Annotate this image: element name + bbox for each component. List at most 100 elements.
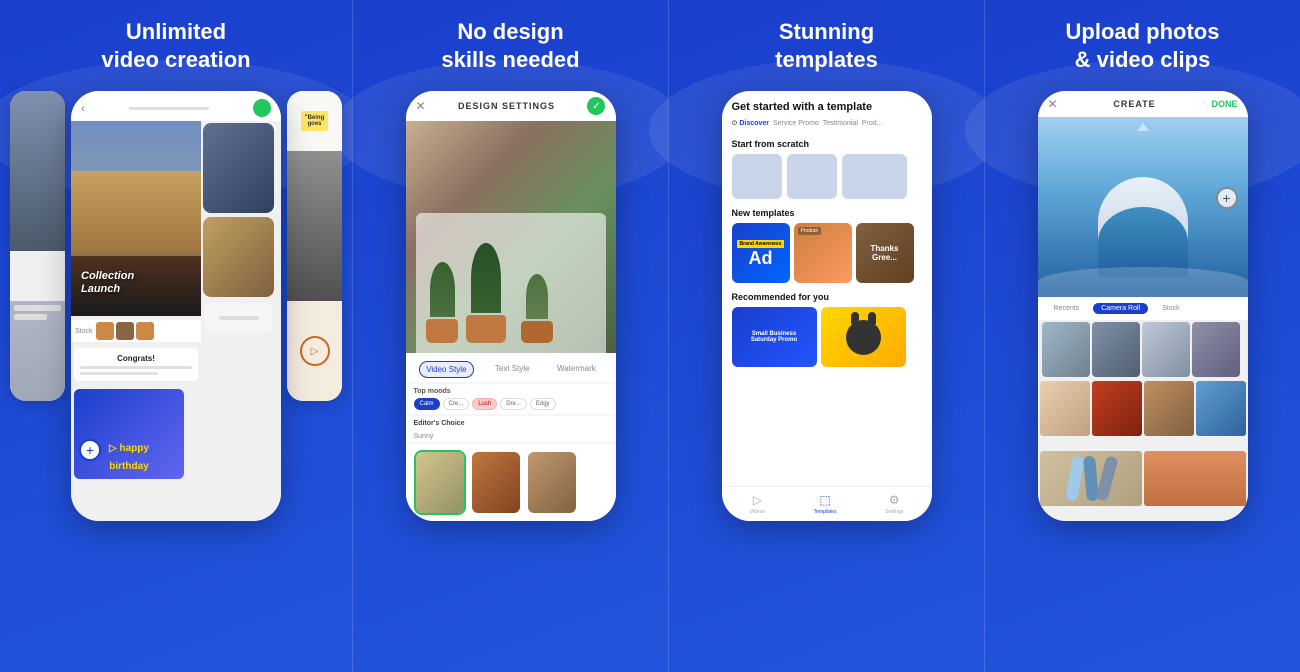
phone4-tab-stock[interactable]: Stock [1154, 303, 1188, 314]
scratch-card-3[interactable] [842, 154, 907, 199]
phone1-card-mid [203, 217, 274, 297]
mood-chip-lush[interactable]: Lush [472, 398, 497, 410]
phone2-check-icon[interactable]: ✓ [587, 97, 605, 115]
phone2-mood-chips: Calm Cre... Lush Dre... Edgy [414, 398, 608, 410]
phone1-quote-text: "Being goes [301, 111, 329, 131]
phone1-hero-image: Collection Launch [71, 121, 201, 316]
panel-2-title: No design skills needed [441, 18, 579, 73]
phone-side-play: ▷ [300, 336, 330, 366]
grid-cell-5[interactable] [1040, 451, 1142, 506]
phone4-close-icon[interactable]: ✕ [1048, 97, 1058, 111]
phone4-photo-grid [1038, 379, 1248, 521]
phone3-recommended-section: Recommended for you Small Business Satur… [722, 286, 932, 370]
phone4-topbar: ✕ CREATE DONE [1038, 91, 1248, 117]
phone4-done-button[interactable]: DONE [1211, 99, 1237, 109]
phone2-moods-title: Top moods [414, 388, 608, 395]
phone4-add-button[interactable]: + [1216, 187, 1238, 209]
phone1-done-dot [253, 99, 271, 117]
phone2-tab-text-style[interactable]: Text Style [489, 361, 536, 378]
phone2-close-icon[interactable]: ✕ [416, 99, 426, 113]
phone4-topbar-title: CREATE [1113, 99, 1155, 109]
ad-label: Ad [749, 249, 773, 267]
phone3-new-templates-section: New templates Brand Awareness Ad Product… [722, 202, 932, 286]
phone1-congrats-card: Congrats! [74, 348, 198, 381]
videos-tab-label: Videos [750, 509, 765, 515]
phone3-tab-testimonial[interactable]: Testimonial [823, 120, 858, 127]
phone3-scratch-title: Start from scratch [732, 139, 922, 149]
phone2-style-tabs: Video Style Text Style Watermark [406, 353, 616, 382]
phone1-chevron: ‹ [81, 101, 85, 115]
templates-icon: ⬚ [819, 493, 830, 507]
phone2-topbar: ✕ DESIGN SETTINGS ✓ [406, 91, 616, 121]
phone1-card-bottom [205, 303, 272, 333]
panel-stunning-templates: Stunning templates Get started with a te… [668, 0, 984, 672]
grid-cell-6[interactable] [1144, 451, 1246, 506]
settings-tab-label: Settings [885, 509, 903, 515]
panel-4-title: Upload photos & video clips [1066, 18, 1220, 73]
thanks-label: Thanks Gree... [870, 244, 898, 262]
phone2-tab-video-style[interactable]: Video Style [419, 361, 473, 378]
template-brand-awareness[interactable]: Brand Awareness Ad [732, 223, 790, 283]
phone3-header-title: Get started with a template [732, 101, 922, 113]
phone1-birthday-card: ▷ happybirthday [74, 389, 184, 479]
phone-side-left [10, 91, 65, 401]
phone-2-main: ✕ DESIGN SETTINGS ✓ [406, 91, 616, 521]
bottom-tab-videos[interactable]: ▷ Videos [750, 493, 765, 515]
phone4-media-tabs: Recents Camera Roll Stock [1038, 297, 1248, 320]
grid-cell-4[interactable] [1196, 381, 1246, 436]
panel-3-title: Stunning templates [775, 18, 878, 73]
mood-chip-calm[interactable]: Calm [414, 398, 440, 410]
phone3-scratch-section: Start from scratch [722, 133, 932, 202]
thumb-strip-4[interactable] [1192, 322, 1240, 377]
phone3-recommended-row: Small Business Saturday Promo [732, 307, 922, 367]
phone3-new-templates-title: New templates [732, 208, 922, 218]
small-biz-label: Small Business Saturday Promo [751, 331, 797, 343]
phone2-tab-watermark[interactable]: Watermark [551, 361, 602, 378]
grid-cell-1[interactable] [1040, 381, 1090, 436]
phone3-tab-service-promo[interactable]: Service Promo [773, 120, 819, 127]
phone1-bar-1 [80, 366, 192, 369]
phone2-moods-section: Top moods Calm Cre... Lush Dre... Edgy [406, 384, 616, 414]
thumb-strip-1[interactable] [1042, 322, 1090, 377]
dog-image [846, 320, 881, 355]
grid-cell-3[interactable] [1144, 381, 1194, 436]
stock-label: Stock [75, 328, 93, 335]
phone4-thumb-strip-top [1038, 320, 1248, 379]
phone4-triangle-indicator [1137, 123, 1149, 131]
template-thanks[interactable]: Thanks Gree... [856, 223, 914, 283]
panel-no-design-skills: No design skills needed ✕ DESIGN SETTING… [352, 0, 668, 672]
thumb-strip-3[interactable] [1142, 322, 1190, 377]
phone1-add-button[interactable]: + [79, 439, 101, 461]
recommended-small-biz[interactable]: Small Business Saturday Promo [732, 307, 817, 367]
recommended-dog[interactable] [821, 307, 906, 367]
mood-chip-dre[interactable]: Dre... [500, 398, 527, 410]
mood-chip-cre[interactable]: Cre... [443, 398, 470, 410]
phone3-tab-discover[interactable]: ⊙ Discover [732, 119, 769, 127]
phone4-tab-recents[interactable]: Recents [1046, 303, 1088, 314]
scratch-card-2[interactable] [787, 154, 837, 199]
thumb-strip-2[interactable] [1092, 322, 1140, 377]
phone2-thumb-2[interactable] [470, 450, 522, 515]
phone2-editors-choice: Editor's Choice [406, 416, 616, 431]
scratch-card-1[interactable] [732, 154, 782, 199]
phone2-thumb-row [406, 444, 616, 521]
phone2-thumb-3[interactable] [526, 450, 578, 515]
stock-thumb-1 [96, 322, 114, 340]
videos-icon: ▷ [753, 493, 762, 507]
phone1-bar-2 [80, 372, 158, 375]
panel-unlimited-video: Unlimited video creation ‹ [0, 0, 352, 672]
template-product[interactable]: Product [794, 223, 852, 283]
mood-chip-edgy[interactable]: Edgy [530, 398, 556, 410]
bottom-tab-templates[interactable]: ⬚ Templates [814, 493, 837, 515]
phone2-main-image [406, 121, 616, 353]
phone-side-right: "Being goes ▷ [287, 91, 342, 401]
template-product-label: Product [798, 227, 821, 235]
phone3-tab-prod[interactable]: Prod... [862, 120, 883, 127]
grid-cell-2[interactable] [1092, 381, 1142, 436]
phone4-tab-camera-roll[interactable]: Camera Roll [1093, 303, 1148, 314]
stock-thumb-3 [136, 322, 154, 340]
stock-thumb-2 [116, 322, 134, 340]
phone2-thumb-1[interactable] [414, 450, 466, 515]
bottom-tab-settings[interactable]: ⚙ Settings [885, 493, 903, 515]
phone2-topbar-title: DESIGN SETTINGS [458, 101, 555, 111]
